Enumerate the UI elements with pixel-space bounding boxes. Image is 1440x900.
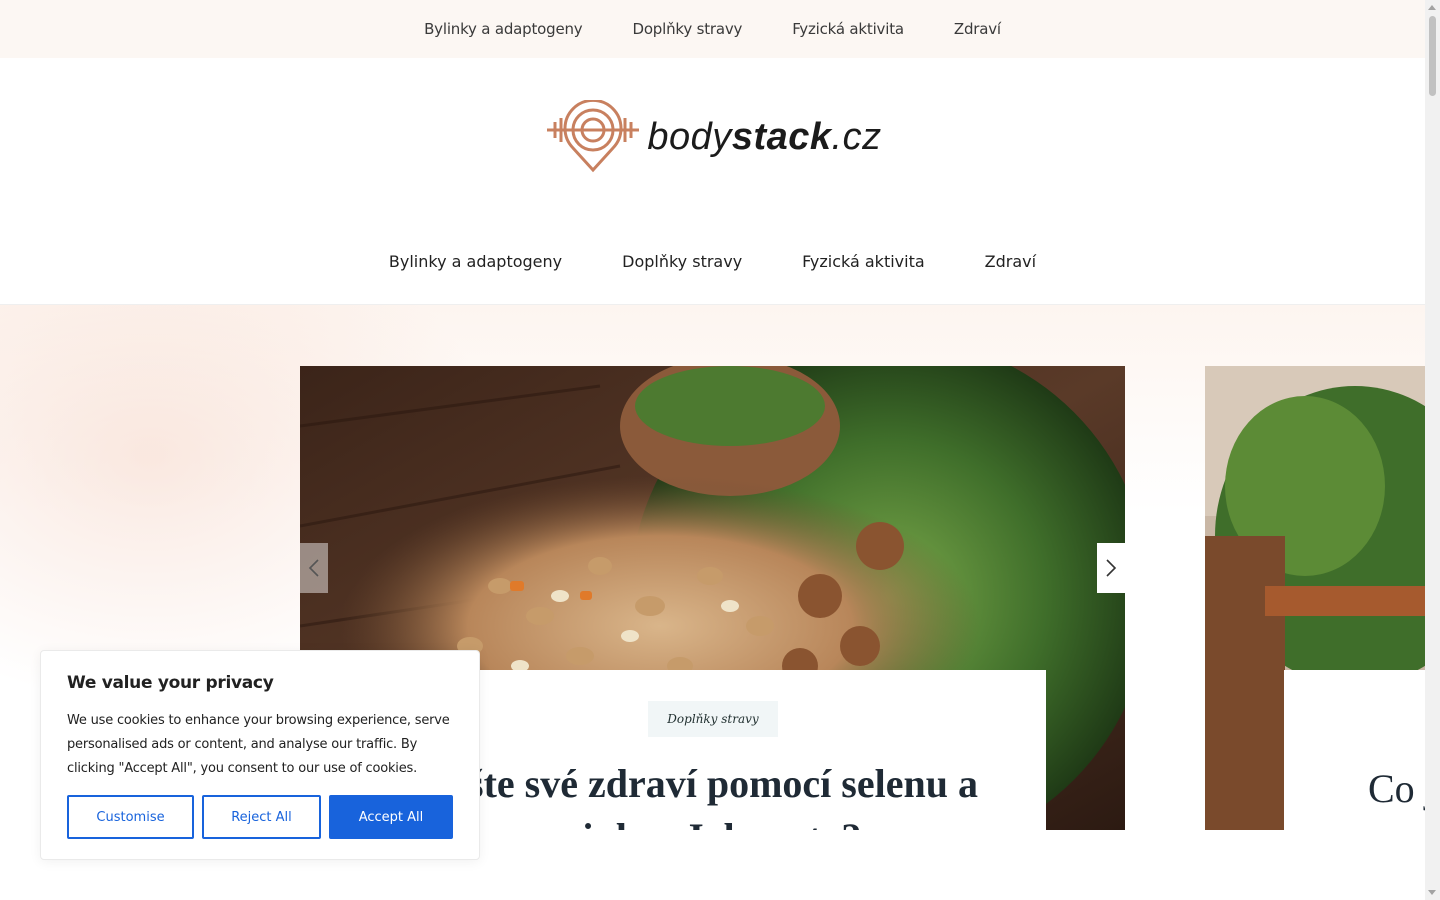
customise-button[interactable]: Customise <box>67 795 194 839</box>
main-nav-fyzicka[interactable]: Fyzická aktivita <box>802 252 925 271</box>
main-nav-doplnky[interactable]: Doplňky stravy <box>622 252 742 271</box>
article-title-next[interactable]: Co jn <box>1368 762 1425 830</box>
top-nav-doplnky[interactable]: Doplňky stravy <box>632 20 742 38</box>
scrollbar-thumb[interactable] <box>1429 16 1436 96</box>
cookie-buttons: Customise Reject All Accept All <box>67 795 453 839</box>
dumbbell-location-pin-icon <box>547 100 640 173</box>
article-title[interactable]: yšte své zdraví pomocí selenu a zinku: J… <box>413 757 1013 830</box>
cookie-text: We use cookies to enhance your browsing … <box>67 713 450 776</box>
slider-next-button[interactable] <box>1097 543 1125 593</box>
top-nav-zdravi[interactable]: Zdraví <box>954 20 1001 38</box>
chevron-right-icon <box>1106 559 1117 577</box>
main-navigation: Bylinky a adaptogeny Doplňky stravy Fyzi… <box>0 240 1425 282</box>
top-nav-bylinky[interactable]: Bylinky a adaptogeny <box>424 20 583 38</box>
accept-all-button[interactable]: Accept All <box>329 795 453 839</box>
logo-text: bodystack.cz <box>647 115 882 158</box>
slide-next[interactable]: Co jn <box>1205 366 1425 830</box>
main-nav-bylinky[interactable]: Bylinky a adaptogeny <box>389 252 562 271</box>
top-navigation: Bylinky a adaptogeny Doplňky stravy Fyzi… <box>0 0 1425 58</box>
page-scrollbar[interactable] <box>1425 0 1440 900</box>
article-card-next[interactable]: Co jn <box>1284 670 1425 830</box>
chevron-left-icon <box>308 559 319 577</box>
scroll-down-arrow-icon[interactable] <box>1428 890 1436 895</box>
cookie-title: We value your privacy <box>67 673 274 693</box>
reject-all-button[interactable]: Reject All <box>202 795 321 839</box>
site-logo[interactable]: bodystack.cz <box>543 100 881 174</box>
top-nav-fyzicka[interactable]: Fyzická aktivita <box>792 20 904 38</box>
slider-prev-button[interactable] <box>300 543 328 593</box>
site-header: bodystack.cz <box>0 100 1425 174</box>
cookie-consent-banner: We value your privacy We use cookies to … <box>40 650 480 860</box>
category-tag[interactable]: Doplňky stravy <box>648 701 778 737</box>
scroll-up-arrow-icon[interactable] <box>1428 5 1436 10</box>
main-nav-zdravi[interactable]: Zdraví <box>985 252 1036 271</box>
